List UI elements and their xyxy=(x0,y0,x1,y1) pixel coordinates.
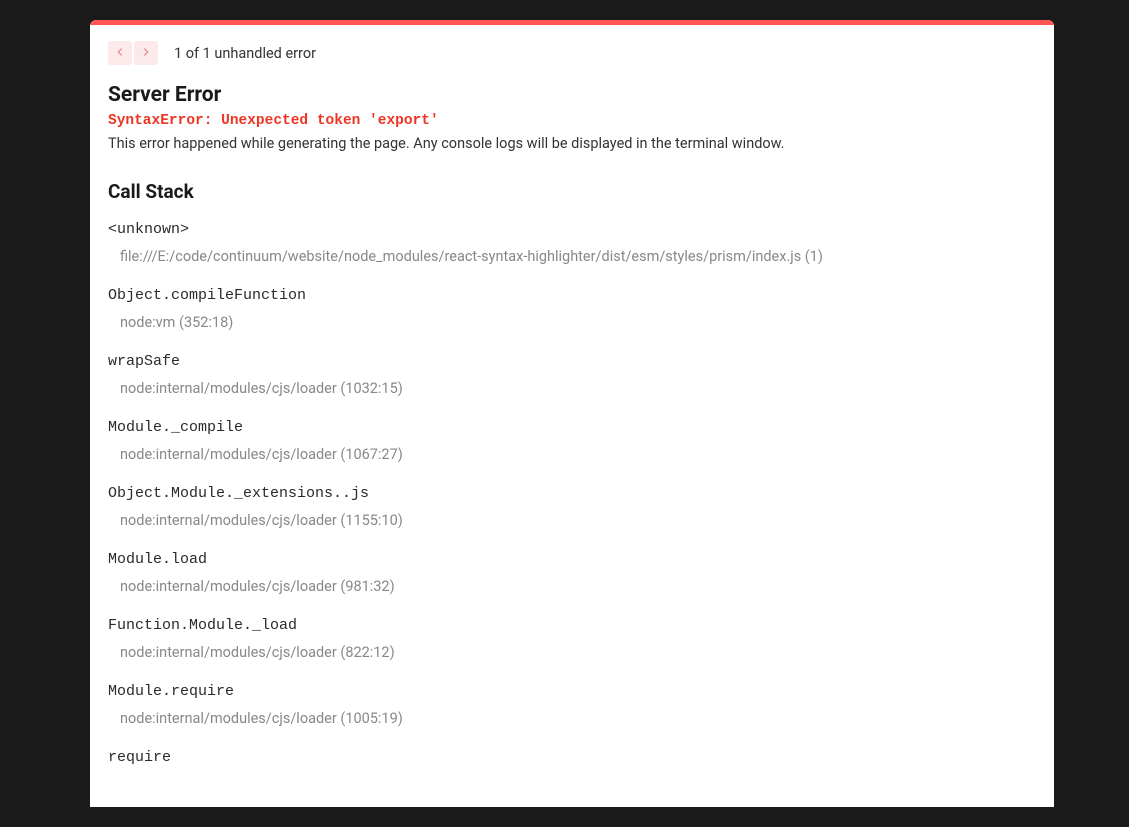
call-stack-heading: Call Stack xyxy=(108,180,1036,203)
stack-frame-name: wrapSafe xyxy=(108,353,1036,370)
stack-frame-location: file:///E:/code/continuum/website/node_m… xyxy=(108,248,1036,265)
error-counter: 1 of 1 unhandled error xyxy=(174,45,316,62)
stack-frame: Module.load node:internal/modules/cjs/loa… xyxy=(108,551,1036,595)
stack-frame-name: Module._compile xyxy=(108,419,1036,436)
call-stack-list: <unknown> file:///E:/code/continuum/websi… xyxy=(108,221,1036,766)
next-error-button[interactable] xyxy=(134,41,158,65)
stack-frame-name: Module.load xyxy=(108,551,1036,568)
stack-frame: <unknown> file:///E:/code/continuum/websi… xyxy=(108,221,1036,265)
stack-frame-name: <unknown> xyxy=(108,221,1036,238)
stack-frame: Object.Module._extensions..js node:intern… xyxy=(108,485,1036,529)
overflow-spacer xyxy=(108,788,1036,807)
stack-frame-location: node:internal/modules/cjs/loader (1005:1… xyxy=(108,710,1036,727)
stack-frame-name: Module.require xyxy=(108,683,1036,700)
stack-frame: Module.require node:internal/modules/cjs/… xyxy=(108,683,1036,727)
stack-frame: Object.compileFunction node:vm (352:18) xyxy=(108,287,1036,331)
stack-frame: Module._compile node:internal/modules/cjs… xyxy=(108,419,1036,463)
stack-frame-location: node:internal/modules/cjs/loader (1032:1… xyxy=(108,380,1036,397)
stack-frame-location: node:internal/modules/cjs/loader (981:32… xyxy=(108,578,1036,595)
stack-frame-name: Function.Module._load xyxy=(108,617,1036,634)
stack-frame-name: Object.Module._extensions..js xyxy=(108,485,1036,502)
error-title: Server Error xyxy=(108,83,1036,107)
stack-frame-location: node:vm (352:18) xyxy=(108,314,1036,331)
error-nav-row: 1 of 1 unhandled error xyxy=(108,41,1036,65)
error-description: This error happened while generating the… xyxy=(108,135,1036,152)
prev-error-button[interactable] xyxy=(108,41,132,65)
stack-frame-location: node:internal/modules/cjs/loader (822:12… xyxy=(108,644,1036,661)
stack-frame-location: node:internal/modules/cjs/loader (1155:1… xyxy=(108,512,1036,529)
stack-frame: Function.Module._load node:internal/modul… xyxy=(108,617,1036,661)
stack-frame-location: node:internal/modules/cjs/loader (1067:2… xyxy=(108,446,1036,463)
error-scroll-area[interactable]: 1 of 1 unhandled error Server Error Synt… xyxy=(90,25,1054,807)
error-message: SyntaxError: Unexpected token 'export' xyxy=(108,113,1036,129)
arrow-right-icon xyxy=(139,44,153,63)
stack-frame-name: Object.compileFunction xyxy=(108,287,1036,304)
arrow-left-icon xyxy=(113,44,127,63)
stack-frame: wrapSafe node:internal/modules/cjs/loader… xyxy=(108,353,1036,397)
stack-frame-name: require xyxy=(108,749,1036,766)
stack-frame: require xyxy=(108,749,1036,766)
error-overlay: 1 of 1 unhandled error Server Error Synt… xyxy=(90,20,1054,807)
